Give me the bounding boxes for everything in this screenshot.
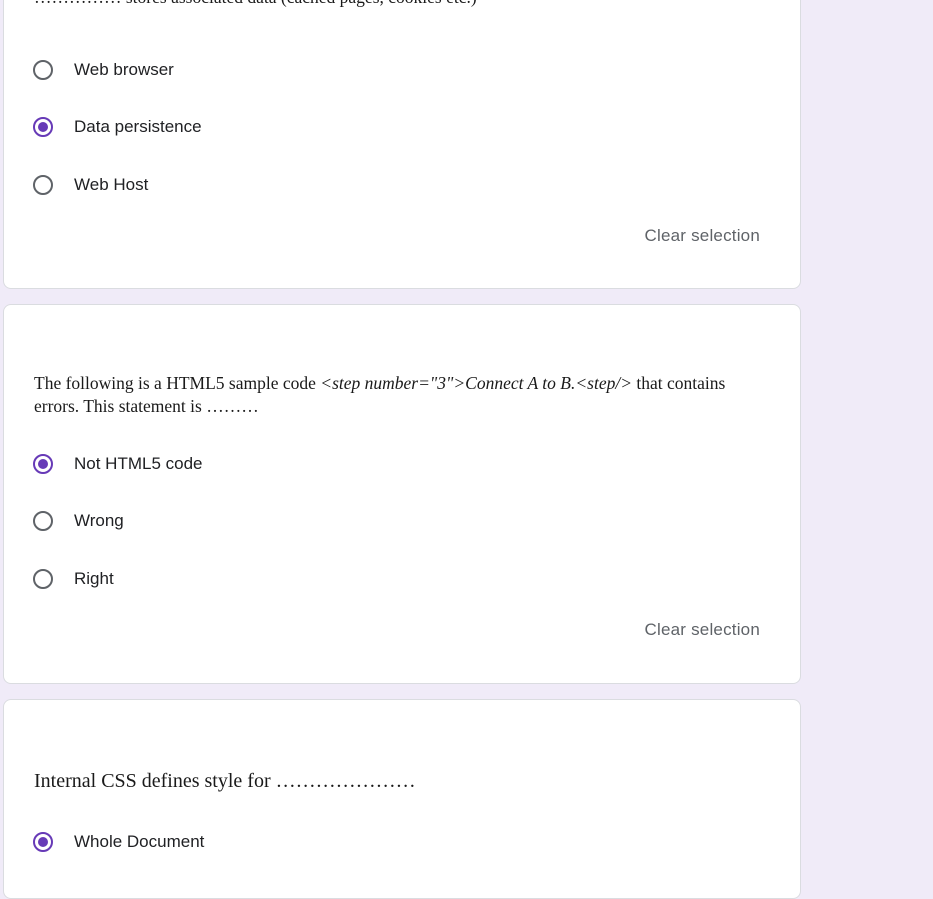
radio-button[interactable]: [33, 511, 53, 531]
radio-button-selected[interactable]: [33, 832, 53, 852]
option-whole-document[interactable]: Whole Document: [33, 827, 204, 857]
question-text: Internal CSS defines style for …………………: [34, 770, 416, 792]
option-not-html5-code[interactable]: Not HTML5 code: [33, 449, 203, 479]
option-web-browser[interactable]: Web browser: [33, 55, 174, 85]
option-label: Right: [74, 569, 114, 588]
question-card-3: Internal CSS defines style for ………………… W…: [3, 699, 801, 899]
clear-selection-button[interactable]: Clear selection: [645, 226, 760, 246]
option-data-persistence[interactable]: Data persistence: [33, 112, 202, 142]
question-card-2: The following is a HTML5 sample code <st…: [3, 304, 801, 684]
clear-selection-button[interactable]: Clear selection: [645, 620, 760, 640]
option-right[interactable]: Right: [33, 564, 114, 594]
radio-button-selected[interactable]: [33, 454, 53, 474]
radio-button-selected[interactable]: [33, 117, 53, 137]
radio-button[interactable]: [33, 175, 53, 195]
question-text: …………… stores associated data (cached pag…: [34, 0, 760, 9]
question-text-start: The following is a HTML5 sample code: [34, 373, 321, 393]
option-label: Data persistence: [74, 117, 202, 136]
radio-button[interactable]: [33, 60, 53, 80]
option-label: Web browser: [74, 60, 174, 79]
option-label: Whole Document: [74, 832, 205, 851]
code-sample: <step number="3">Connect A to B.<step/>: [320, 373, 633, 393]
option-wrong[interactable]: Wrong: [33, 506, 124, 536]
option-web-host[interactable]: Web Host: [33, 170, 148, 200]
option-label: Wrong: [74, 511, 124, 530]
radio-button[interactable]: [33, 569, 53, 589]
question-card-1: …………… stores associated data (cached pag…: [3, 0, 801, 289]
option-label: Not HTML5 code: [74, 454, 203, 473]
question-text: The following is a HTML5 sample code <st…: [34, 372, 760, 418]
option-label: Web Host: [74, 175, 149, 194]
